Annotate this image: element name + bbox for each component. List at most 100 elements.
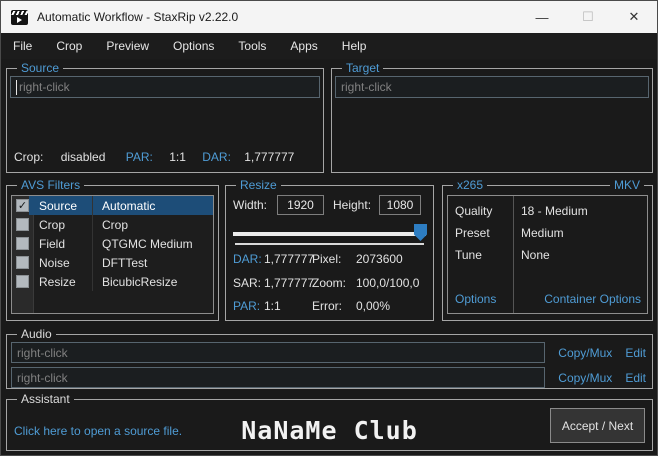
menu-bar: File Crop Preview Options Tools Apps Hel…: [1, 33, 657, 59]
edit-link[interactable]: Edit: [625, 346, 646, 360]
menu-crop[interactable]: Crop: [44, 34, 94, 58]
source-group: Source right-click Crop: disabled PAR: 1…: [6, 61, 324, 173]
filter-name: Resize: [29, 272, 93, 291]
assistant-group-label: Assistant: [17, 392, 74, 406]
source-input-placeholder: right-click: [19, 80, 70, 94]
copy-mux-link[interactable]: Copy/Mux: [558, 346, 612, 360]
open-source-file-link[interactable]: Click here to open a source file.: [14, 424, 182, 438]
close-icon[interactable]: ✕: [611, 1, 657, 33]
filter-value: DFTTest: [102, 255, 148, 270]
avs-filters-group: AVS Filters ✓ Source Automatic Crop Crop…: [6, 178, 219, 321]
encoder-links: Options Container Options: [448, 292, 647, 310]
encoder-row-preset[interactable]: Preset Medium: [448, 222, 647, 243]
filter-name: Noise: [29, 253, 93, 272]
container-options-link[interactable]: Container Options: [544, 292, 641, 306]
checkbox-unchecked-icon[interactable]: [16, 218, 29, 231]
edit-link[interactable]: Edit: [625, 371, 646, 385]
encoder-row-tune[interactable]: Tune None: [448, 244, 647, 265]
error-label: Error:: [312, 299, 342, 313]
menu-file[interactable]: File: [1, 34, 44, 58]
resize-info-row: PAR: 1:1 Error: 0,00%: [233, 299, 429, 315]
checkbox-unchecked-icon[interactable]: [16, 237, 29, 250]
audio-track-row-2: right-click Copy/Mux Edit: [11, 367, 646, 388]
copy-mux-link[interactable]: Copy/Mux: [558, 371, 612, 385]
titlebar: Automatic Workflow - StaxRip v2.22.0 — ☐…: [1, 1, 657, 33]
checkbox-checked-icon[interactable]: ✓: [16, 199, 29, 212]
window-title: Automatic Workflow - StaxRip v2.22.0: [37, 10, 239, 24]
maximize-icon[interactable]: ☐: [565, 1, 611, 33]
quality-label: Quality: [455, 203, 493, 218]
target-input[interactable]: right-click: [335, 76, 649, 98]
audio-input-placeholder: right-click: [17, 345, 68, 360]
filter-row-crop[interactable]: Crop Crop: [12, 215, 213, 234]
pixel-label: Pixel:: [312, 252, 342, 266]
resize-info-row: SAR: 1,777777Zoom: 100,0/100,0: [233, 276, 429, 292]
zoom-value: 100,0/100,0: [356, 276, 420, 290]
pixel-value: 2073600: [356, 252, 403, 266]
zoom-label: Zoom:: [312, 276, 347, 290]
audio-track-input-2[interactable]: right-click: [11, 367, 546, 388]
resize-group-label: Resize: [236, 178, 281, 192]
crop-value[interactable]: disabled: [61, 150, 106, 164]
menu-preview[interactable]: Preview: [94, 34, 161, 58]
checkbox-unchecked-icon[interactable]: [16, 256, 29, 269]
encoder-group-label[interactable]: x265: [453, 178, 488, 192]
filter-row-source[interactable]: ✓ Source Automatic: [12, 196, 213, 215]
audio-track-input-1[interactable]: right-click: [11, 342, 546, 363]
preset-value: Medium: [521, 225, 564, 240]
menu-apps[interactable]: Apps: [278, 34, 329, 58]
audio-group: Audio right-click Copy/Mux Edit right-cl…: [6, 327, 653, 389]
options-link[interactable]: Options: [455, 292, 496, 306]
source-info-row: Crop: disabled PAR: 1:1 DAR: 1,777777: [14, 150, 294, 164]
source-group-label: Source: [17, 61, 64, 75]
width-input[interactable]: 1920: [277, 195, 324, 215]
par-label: PAR:: [125, 150, 153, 164]
encoder-group: x265 MKV Quality 18 - Medium Preset Medi…: [442, 178, 653, 321]
dar-label: DAR:: [202, 150, 231, 164]
encoder-panel: Quality 18 - Medium Preset Medium Tune N…: [447, 195, 648, 314]
window-controls: — ☐ ✕: [519, 1, 657, 33]
target-input-placeholder: right-click: [341, 80, 392, 94]
menu-help[interactable]: Help: [330, 34, 379, 58]
accept-next-button[interactable]: Accept / Next: [550, 408, 645, 443]
audio-group-label: Audio: [17, 327, 56, 341]
resize-info-row: DAR: 1,777777Pixel: 2073600: [233, 252, 429, 268]
target-group: Target right-click: [331, 61, 653, 173]
quality-value: 18 - Medium: [521, 203, 588, 218]
minimize-icon[interactable]: —: [519, 1, 565, 33]
naname-club-watermark: NaNaMe Club: [241, 416, 418, 445]
tune-value: None: [521, 247, 550, 262]
container-label[interactable]: MKV: [609, 178, 644, 192]
par-value[interactable]: 1:1: [264, 299, 312, 313]
filter-row-field[interactable]: Field QTGMC Medium: [12, 234, 213, 253]
resize-group: Resize Width: 1920 Height: 1080 DAR: 1,77…: [225, 178, 434, 321]
checkbox-unchecked-icon[interactable]: [16, 275, 29, 288]
dar-value[interactable]: 1,777777: [264, 252, 314, 266]
audio-input-placeholder: right-click: [17, 370, 68, 385]
error-value: 0,00%: [356, 299, 391, 313]
target-group-label: Target: [342, 61, 384, 75]
resize-slider-line: [235, 243, 424, 245]
dar-label: DAR:: [233, 252, 262, 266]
resize-slider-thumb[interactable]: [414, 224, 427, 241]
filter-row-noise[interactable]: Noise DFTTest: [12, 253, 213, 272]
menu-options[interactable]: Options: [161, 34, 226, 58]
resize-slider-track[interactable]: [233, 232, 426, 236]
sar-label: SAR:: [233, 276, 262, 290]
filter-row-resize[interactable]: Resize BicubicResize: [12, 272, 213, 291]
sar-value: 1,777777: [264, 276, 315, 290]
preset-label: Preset: [455, 225, 490, 240]
staxrip-window: Automatic Workflow - StaxRip v2.22.0 — ☐…: [0, 0, 658, 456]
filter-value: BicubicResize: [102, 274, 178, 289]
encoder-row-quality[interactable]: Quality 18 - Medium: [448, 200, 647, 221]
source-input[interactable]: right-click: [10, 76, 320, 98]
par-value[interactable]: 1:1: [169, 150, 186, 164]
menu-tools[interactable]: Tools: [226, 34, 278, 58]
dar-value[interactable]: 1,777777: [244, 150, 294, 164]
filter-name: Field: [29, 234, 93, 253]
avs-filters-group-label: AVS Filters: [17, 178, 85, 192]
height-input[interactable]: 1080: [379, 195, 421, 215]
crop-label: Crop:: [14, 150, 44, 164]
par-label: PAR:: [233, 299, 261, 313]
filter-name: Source: [29, 196, 93, 215]
